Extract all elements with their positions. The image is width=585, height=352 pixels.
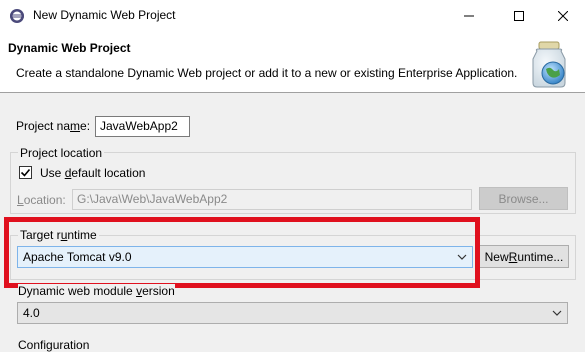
location-label: Location: <box>17 193 66 207</box>
new-runtime-button[interactable]: New Runtime... <box>479 245 569 268</box>
web-module-version-select[interactable]: 4.0 <box>17 302 568 324</box>
project-name-input[interactable]: JavaWebApp2 <box>95 116 190 137</box>
minimize-button[interactable] <box>446 0 492 31</box>
web-project-globe-icon <box>532 41 566 88</box>
window-title: New Dynamic Web Project <box>33 8 176 22</box>
web-module-version-selected: 4.0 <box>23 306 40 320</box>
configuration-label: Configuration <box>18 338 90 352</box>
maximize-icon <box>514 10 524 21</box>
wizard-description: Create a standalone Dynamic Web project … <box>16 66 518 80</box>
location-input: G:\Java\Web\JavaWebApp2 <box>72 189 472 210</box>
use-default-location-label[interactable]: Use default location <box>40 166 145 180</box>
checkmark-icon <box>20 168 31 177</box>
browse-button: Browse... <box>479 187 568 210</box>
title-bar: New Dynamic Web Project <box>0 0 585 31</box>
maximize-button[interactable] <box>496 0 542 31</box>
close-icon <box>558 10 568 21</box>
project-name-label: Project name: <box>16 119 91 133</box>
eclipse-app-icon <box>10 9 24 23</box>
project-location-group-label: Project location <box>18 146 105 160</box>
wizard-title: Dynamic Web Project <box>8 41 131 55</box>
use-default-location-checkbox[interactable] <box>19 166 32 179</box>
minimize-icon <box>464 15 474 16</box>
wizard-header: Dynamic Web Project Create a standalone … <box>0 31 585 93</box>
highlight-box <box>4 217 480 288</box>
web-module-version-label: Dynamic web module version <box>18 284 175 298</box>
chevron-down-icon <box>552 310 562 316</box>
close-button[interactable] <box>540 0 585 31</box>
